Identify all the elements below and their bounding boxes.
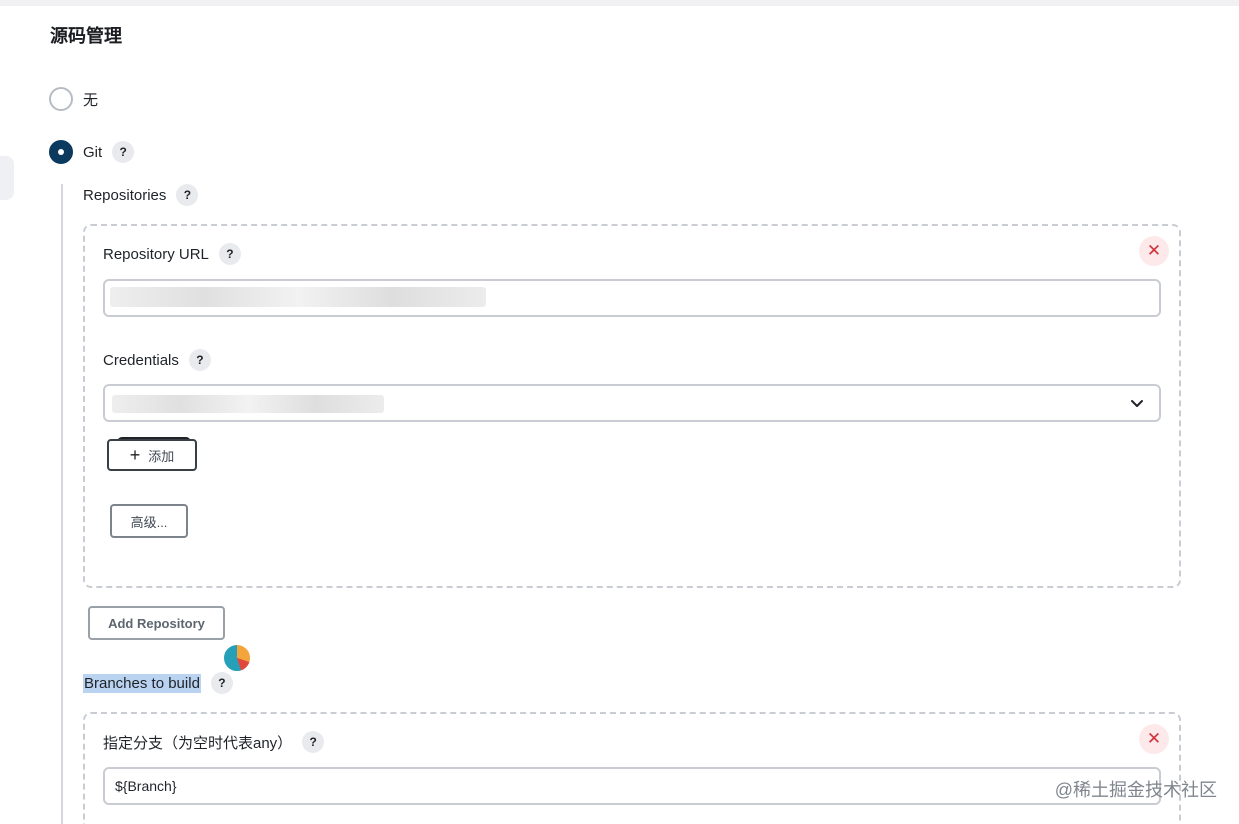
radio-none[interactable]	[49, 87, 73, 111]
repository-url-header: Repository URL ?	[103, 243, 241, 265]
scm-option-none[interactable]: 无	[49, 87, 98, 111]
credentials-header: Credentials ?	[103, 349, 211, 371]
add-repository-button[interactable]: Add Repository	[88, 606, 225, 640]
close-icon: ✕	[1146, 241, 1162, 260]
redacted-credentials	[112, 395, 384, 413]
help-icon[interactable]: ?	[188, 349, 211, 371]
chevron-down-icon	[1131, 400, 1143, 407]
redacted-url	[110, 287, 486, 307]
advanced-label: 高级...	[130, 514, 168, 530]
remove-repository-button[interactable]: ✕	[1139, 236, 1169, 266]
help-icon[interactable]: ?	[210, 672, 233, 694]
credentials-label: Credentials	[103, 351, 179, 369]
branch-specifier-label: 指定分支（为空时代表any）	[103, 734, 293, 752]
radio-git[interactable]	[49, 140, 73, 164]
remove-branch-button[interactable]: ✕	[1139, 724, 1169, 754]
repositories-label: Repositories	[83, 186, 167, 204]
advanced-button[interactable]: 高级...	[110, 504, 188, 538]
page-title: 源码管理	[50, 26, 122, 46]
git-section-indent-line	[61, 184, 63, 824]
add-credential-label: 添加	[148, 448, 175, 464]
side-tab[interactable]	[0, 156, 14, 200]
add-repository-label: Add Repository	[108, 615, 205, 631]
help-icon[interactable]: ?	[302, 731, 325, 753]
floating-badge[interactable]	[222, 643, 252, 673]
watermark: @稀土掘金技术社区	[1054, 780, 1217, 800]
branches-label: Branches to build	[83, 673, 201, 693]
top-bar	[0, 0, 1239, 6]
scm-option-git[interactable]: Git ?	[49, 140, 135, 164]
branches-header: Branches to build ?	[83, 672, 233, 694]
plus-icon: +	[129, 445, 141, 465]
branch-specifier-header: 指定分支（为空时代表any） ?	[103, 731, 325, 753]
help-icon[interactable]: ?	[218, 243, 241, 265]
repository-url-label: Repository URL	[103, 245, 209, 263]
help-icon[interactable]: ?	[112, 141, 135, 163]
scm-option-git-label: Git	[83, 143, 103, 161]
help-icon[interactable]: ?	[176, 184, 199, 206]
scm-option-none-label: 无	[83, 91, 99, 109]
repositories-header: Repositories ?	[83, 184, 199, 206]
close-icon: ✕	[1146, 729, 1162, 748]
branch-specifier-value: ${Branch}	[115, 778, 177, 794]
add-credential-button[interactable]: + 添加	[107, 439, 197, 471]
branch-specifier-input[interactable]: ${Branch}	[103, 767, 1161, 805]
